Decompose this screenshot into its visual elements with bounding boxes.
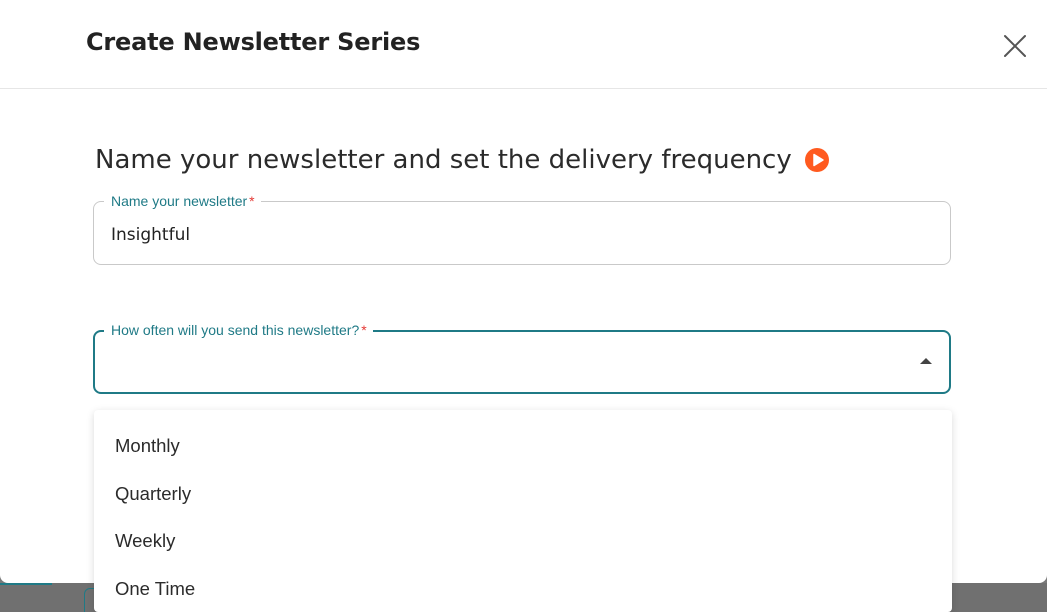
backdrop-button-edge [0,583,52,585]
newsletter-name-label: Name your newsletter * [104,192,261,210]
required-marker: * [249,193,255,209]
play-icon[interactable] [804,147,830,173]
newsletter-name-input[interactable]: Insightful [111,225,190,245]
close-button[interactable] [1000,31,1030,61]
frequency-option-weekly[interactable]: Weekly [94,517,952,565]
required-marker: * [361,322,367,338]
frequency-option-one-time[interactable]: One Time [94,565,952,612]
newsletter-name-label-text: Name your newsletter [111,193,248,209]
step-heading: Name your newsletter and set the deliver… [95,145,830,175]
close-icon [1004,35,1026,57]
frequency-label-text: How often will you send this newsletter? [111,322,360,338]
caret-up-icon[interactable] [920,358,932,364]
modal-header: Create Newsletter Series [0,0,1047,89]
frequency-select[interactable]: How often will you send this newsletter?… [93,321,951,394]
step-heading-text: Name your newsletter and set the deliver… [95,145,792,175]
frequency-option-monthly[interactable]: Monthly [94,422,952,470]
frequency-label: How often will you send this newsletter?… [104,321,373,339]
newsletter-name-field[interactable]: Name your newsletter * Insightful [93,192,951,265]
frequency-options-menu: Monthly Quarterly Weekly One Time [94,410,952,612]
modal-title: Create Newsletter Series [86,28,421,56]
frequency-option-quarterly[interactable]: Quarterly [94,470,952,518]
